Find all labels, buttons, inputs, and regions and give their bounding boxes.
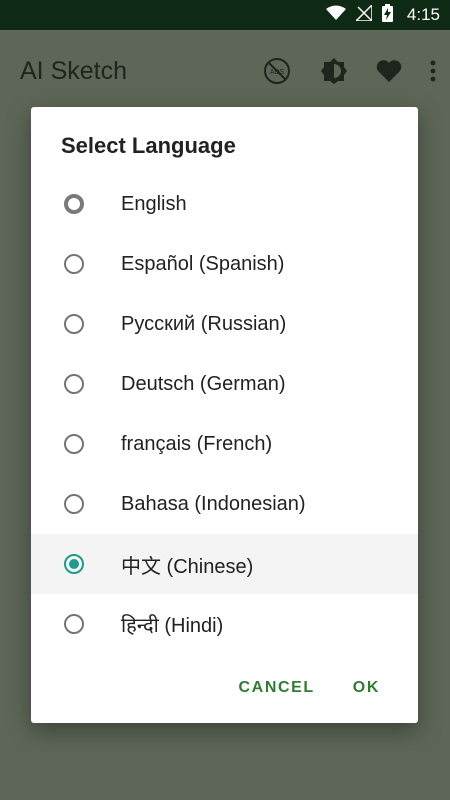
- option-label: Русский (Russian): [121, 312, 287, 335]
- radio-button[interactable]: [64, 374, 84, 394]
- battery-charging-icon: [381, 3, 393, 27]
- radio-button-checked[interactable]: [64, 554, 84, 574]
- ads-off-icon[interactable]: ADS: [262, 56, 292, 86]
- option-german[interactable]: Deutsch (German): [31, 354, 418, 414]
- option-label: हिन्दी (Hindi): [121, 614, 224, 637]
- option-label: français (French): [121, 432, 273, 455]
- radio-button[interactable]: [64, 254, 84, 274]
- option-english[interactable]: English: [31, 174, 418, 234]
- status-bar: 4:15: [0, 0, 450, 30]
- wifi-icon: [325, 5, 346, 26]
- radio-button[interactable]: [64, 494, 84, 514]
- status-time: 4:15: [406, 5, 440, 24]
- radio-button[interactable]: [64, 194, 84, 214]
- language-dialog: Select Language English Español (Spanish…: [31, 107, 418, 723]
- radio-button[interactable]: [64, 434, 84, 454]
- brightness-icon[interactable]: [320, 57, 348, 85]
- option-chinese[interactable]: 中文 (Chinese): [31, 534, 418, 594]
- option-label: English: [121, 192, 187, 215]
- dialog-buttons: CANCEL OK: [239, 679, 380, 697]
- ok-button[interactable]: OK: [353, 679, 380, 697]
- app-bar-actions: ADS: [262, 56, 450, 86]
- option-hindi[interactable]: हिन्दी (Hindi): [31, 594, 418, 654]
- app-bar: AI Sketch ADS: [0, 30, 450, 112]
- cancel-button[interactable]: CANCEL: [239, 679, 315, 697]
- option-indonesian[interactable]: Bahasa (Indonesian): [31, 474, 418, 534]
- app-title: AI Sketch: [20, 56, 127, 85]
- radio-button[interactable]: [64, 614, 84, 634]
- option-russian[interactable]: Русский (Russian): [31, 294, 418, 354]
- radio-button[interactable]: [64, 314, 84, 334]
- option-label: Deutsch (German): [121, 372, 286, 395]
- heart-icon[interactable]: [376, 59, 402, 83]
- option-label: Español (Spanish): [121, 252, 285, 275]
- language-options: English Español (Spanish) Русский (Russi…: [31, 174, 418, 654]
- dialog-title: Select Language: [61, 133, 236, 158]
- option-label: 中文 (Chinese): [121, 555, 254, 578]
- option-french[interactable]: français (French): [31, 414, 418, 474]
- option-spanish[interactable]: Español (Spanish): [31, 234, 418, 294]
- svg-text:ADS: ADS: [270, 69, 285, 76]
- signal-off-icon: [354, 2, 373, 26]
- more-vert-icon[interactable]: [430, 60, 436, 82]
- option-label: Bahasa (Indonesian): [121, 492, 306, 515]
